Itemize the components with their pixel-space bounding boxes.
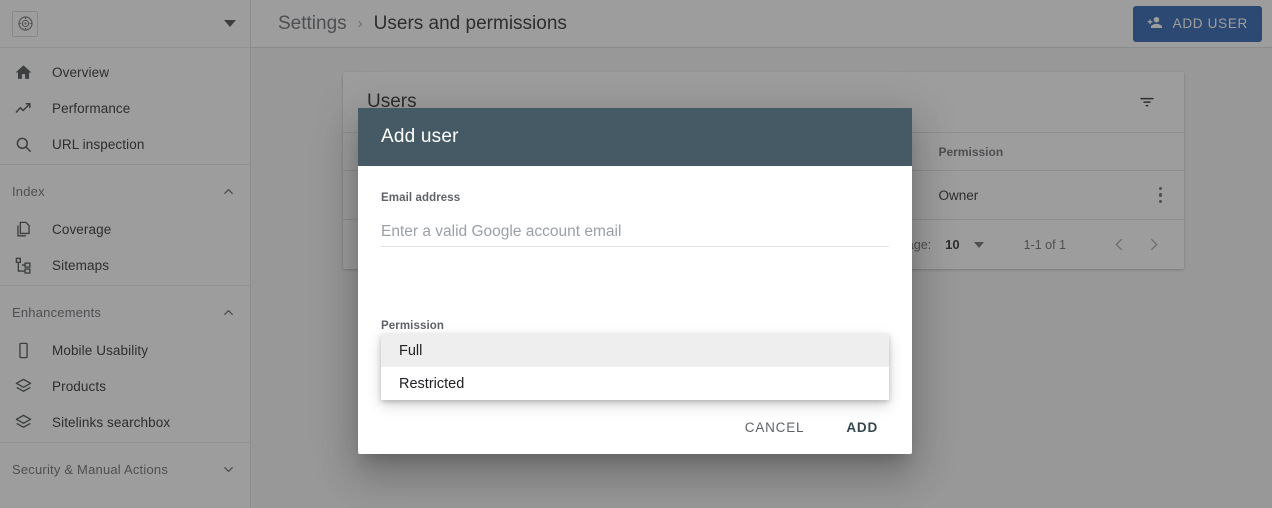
add-button[interactable]: ADD — [834, 411, 890, 444]
cancel-button[interactable]: CANCEL — [733, 411, 817, 444]
dialog-actions: CANCEL ADD — [358, 400, 912, 454]
add-user-dialog: Add user Email address Permission Full R… — [358, 108, 912, 454]
dialog-header: Add user — [358, 108, 912, 166]
dialog-title: Add user — [381, 126, 459, 148]
email-field[interactable] — [381, 217, 889, 247]
permission-option-restricted[interactable]: Restricted — [381, 367, 889, 400]
permission-option-full[interactable]: Full — [381, 334, 889, 367]
permission-field-label: Permission — [381, 320, 444, 332]
dialog-body: Email address Permission Full Restricted — [358, 166, 912, 400]
permission-dropdown-menu: Full Restricted — [381, 334, 889, 400]
email-field-label: Email address — [381, 192, 889, 204]
